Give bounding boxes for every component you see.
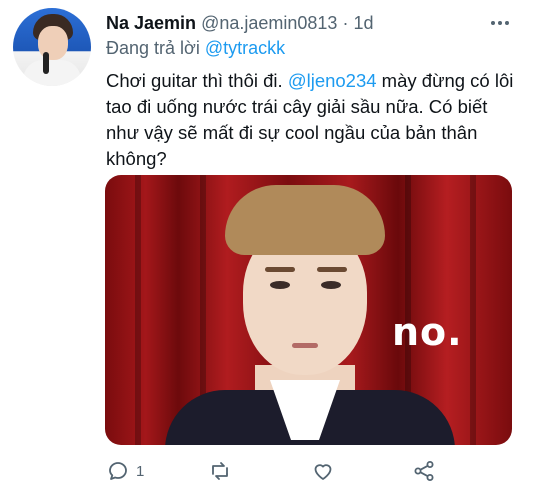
avatar[interactable] xyxy=(13,8,91,86)
timestamp[interactable]: 1d xyxy=(353,13,373,33)
more-horizontal-icon[interactable] xyxy=(488,12,512,34)
mention-link[interactable]: @ljeno234 xyxy=(288,70,377,91)
comment-icon xyxy=(109,462,127,480)
image-caption: no. xyxy=(392,310,463,354)
avatar-shirt xyxy=(23,60,81,86)
handle[interactable]: @na.jaemin0813 xyxy=(201,13,337,33)
reply-context: Đang trả lời @tytrackk xyxy=(106,37,285,59)
tweet-actions: 1 xyxy=(106,455,526,487)
share-icon xyxy=(414,461,434,481)
display-name[interactable]: Na Jaemin xyxy=(106,13,196,33)
reply-prefix: Đang trả lời xyxy=(106,38,205,58)
tweet-text: Chơi guitar thì thôi đi. @ljeno234 mày đ… xyxy=(106,68,524,172)
retweet-icon xyxy=(212,462,228,480)
retweet-button[interactable] xyxy=(208,455,232,487)
reply-count: 1 xyxy=(136,462,145,480)
separator-dot: · xyxy=(342,13,349,33)
reply-to-link[interactable]: @tytrackk xyxy=(205,38,285,58)
share-button[interactable] xyxy=(412,455,436,487)
tweet-image[interactable]: no. xyxy=(105,175,512,445)
avatar-microphone xyxy=(43,52,49,74)
like-button[interactable] xyxy=(311,455,335,487)
reply-button[interactable]: 1 xyxy=(106,455,144,487)
heart-icon xyxy=(314,464,332,480)
tweet-header: Na Jaemin @na.jaemin0813 · 1d xyxy=(106,12,500,34)
tweet-text-part1: Chơi guitar thì thôi đi. xyxy=(106,70,288,91)
image-head xyxy=(225,185,385,395)
